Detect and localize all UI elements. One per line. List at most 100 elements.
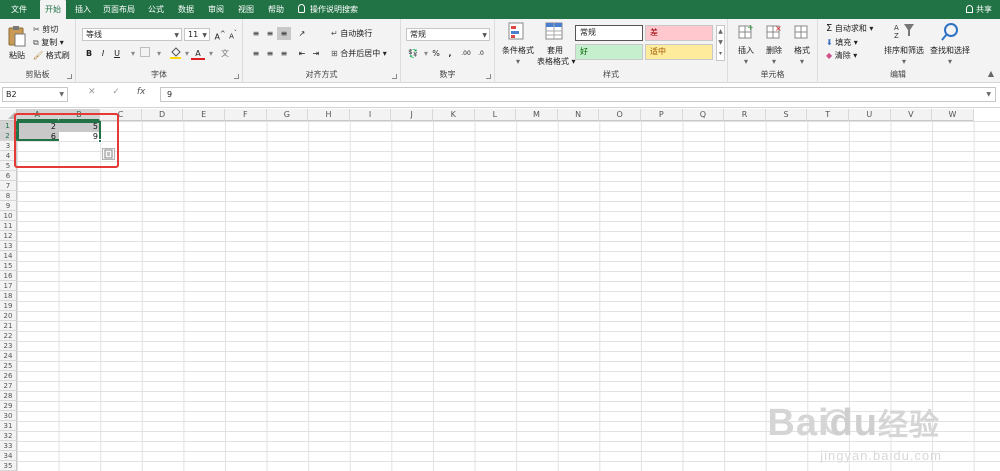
row-header-12[interactable]: 12: [0, 231, 17, 241]
row-header-13[interactable]: 13: [0, 241, 17, 251]
decrease-indent-icon[interactable]: ⇤: [295, 47, 309, 60]
formula-input[interactable]: 9 ▼: [160, 87, 996, 102]
row-header-7[interactable]: 7: [0, 181, 17, 191]
column-header-l[interactable]: L: [474, 109, 517, 121]
collapse-ribbon-icon[interactable]: ▲: [988, 68, 994, 79]
column-header-e[interactable]: E: [183, 109, 225, 121]
row-header-18[interactable]: 18: [0, 291, 17, 301]
row-header-15[interactable]: 15: [0, 261, 17, 271]
row-header-24[interactable]: 24: [0, 351, 17, 361]
borders-button[interactable]: [138, 47, 152, 60]
row-header-8[interactable]: 8: [0, 191, 17, 201]
format-cells-button[interactable]: 格式 ▾: [790, 22, 814, 67]
style-bad[interactable]: 差: [645, 25, 713, 41]
autosum-button[interactable]: Σ 自动求和 ▾: [826, 23, 873, 34]
column-header-f[interactable]: F: [225, 109, 267, 121]
increase-decimal-icon[interactable]: .00: [459, 47, 473, 60]
currency-icon[interactable]: 💱: [406, 47, 420, 60]
percent-button[interactable]: %: [429, 47, 443, 60]
number-format-select[interactable]: 常规 ▼: [406, 28, 490, 41]
format-painter-button[interactable]: 🖌 格式刷: [33, 50, 70, 61]
tab-home[interactable]: 开始: [40, 0, 66, 19]
styles-gallery-scroll[interactable]: ▲ ▼ ▾: [716, 25, 725, 61]
column-header-r[interactable]: R: [724, 109, 766, 121]
column-header-p[interactable]: P: [641, 109, 683, 121]
row-header-34[interactable]: 34: [0, 451, 17, 461]
clear-button[interactable]: ◆ 清除 ▾: [826, 50, 857, 61]
row-header-6[interactable]: 6: [0, 171, 17, 181]
fill-button[interactable]: ⬇ 填充 ▾: [826, 37, 858, 48]
column-header-n[interactable]: N: [557, 109, 600, 121]
copy-button[interactable]: ⧉ 复制 ▾: [33, 37, 64, 48]
merge-center-button[interactable]: ⊞ 合并后居中 ▾: [331, 48, 387, 59]
borders-dropdown[interactable]: ▾: [152, 47, 166, 60]
row-header-32[interactable]: 32: [0, 431, 17, 441]
tab-review[interactable]: 审阅: [203, 0, 229, 19]
column-header-m[interactable]: M: [516, 109, 558, 121]
column-header-h[interactable]: H: [308, 109, 350, 121]
align-right-icon[interactable]: ≡: [277, 47, 291, 60]
shrink-font-button[interactable]: Aˇ: [226, 28, 240, 41]
alignment-launcher[interactable]: [392, 74, 397, 79]
column-header-g[interactable]: G: [266, 109, 309, 121]
row-header-28[interactable]: 28: [0, 391, 17, 401]
tab-page-layout[interactable]: 页面布局: [98, 0, 140, 19]
row-header-14[interactable]: 14: [0, 251, 17, 261]
row-header-20[interactable]: 20: [0, 311, 17, 321]
column-header-w[interactable]: W: [932, 109, 974, 121]
enter-icon[interactable]: ✓: [112, 87, 120, 97]
row-header-30[interactable]: 30: [0, 411, 17, 421]
comma-button[interactable]: ,: [443, 47, 457, 60]
align-middle-icon[interactable]: ≡: [263, 27, 277, 40]
row-header-29[interactable]: 29: [0, 401, 17, 411]
style-neutral[interactable]: 适中: [645, 44, 713, 60]
style-good[interactable]: 好: [575, 44, 643, 60]
column-header-k[interactable]: K: [433, 109, 475, 121]
align-left-icon[interactable]: ≡: [249, 47, 263, 60]
row-header-17[interactable]: 17: [0, 281, 17, 291]
row-header-23[interactable]: 23: [0, 341, 17, 351]
column-header-o[interactable]: O: [599, 109, 641, 121]
underline-button[interactable]: U: [110, 47, 124, 60]
insert-function-icon[interactable]: fx: [137, 87, 146, 97]
row-header-19[interactable]: 19: [0, 301, 17, 311]
italic-button[interactable]: I: [96, 47, 110, 60]
phonetic-button[interactable]: 文: [218, 47, 232, 60]
row-header-31[interactable]: 31: [0, 421, 17, 431]
row-header-11[interactable]: 11: [0, 221, 17, 231]
font-color-button[interactable]: A: [191, 47, 205, 60]
tab-formulas[interactable]: 公式: [143, 0, 169, 19]
tab-help[interactable]: 帮助: [263, 0, 289, 19]
column-header-v[interactable]: V: [890, 109, 933, 121]
name-box[interactable]: B2 ▼: [2, 87, 68, 102]
column-header-j[interactable]: J: [391, 109, 433, 121]
row-header-26[interactable]: 26: [0, 371, 17, 381]
share-button[interactable]: 共享: [966, 0, 992, 19]
tab-data[interactable]: 数据: [173, 0, 199, 19]
align-center-icon[interactable]: ≡: [263, 47, 277, 60]
align-bottom-icon[interactable]: ≡: [277, 27, 291, 40]
align-top-icon[interactable]: ≡: [249, 27, 263, 40]
column-header-q[interactable]: Q: [682, 109, 725, 121]
row-header-16[interactable]: 16: [0, 271, 17, 281]
row-header-9[interactable]: 9: [0, 201, 17, 211]
paste-button[interactable]: 粘贴: [6, 25, 28, 61]
increase-indent-icon[interactable]: ⇥: [309, 47, 323, 60]
style-normal[interactable]: 常规: [575, 25, 643, 41]
insert-cells-button[interactable]: + 插入 ▾: [734, 22, 758, 67]
font-size-select[interactable]: 11 ▼: [184, 28, 210, 41]
cancel-icon[interactable]: ✕: [88, 87, 96, 97]
find-select-button[interactable]: 查找和选择 ▾: [926, 22, 974, 67]
grow-font-button[interactable]: A^: [213, 28, 227, 42]
tab-file[interactable]: 文件: [6, 0, 32, 19]
number-launcher[interactable]: [486, 74, 491, 79]
tab-view[interactable]: 视图: [233, 0, 259, 19]
delete-cells-button[interactable]: × 删除 ▾: [762, 22, 786, 67]
font-launcher[interactable]: [234, 74, 239, 79]
decrease-decimal-icon[interactable]: .0: [474, 47, 488, 60]
tell-me-search[interactable]: 操作说明搜索: [298, 0, 358, 19]
cut-button[interactable]: ✂ 剪切: [33, 24, 58, 35]
font-name-select[interactable]: 等线 ▼: [82, 28, 182, 41]
column-header-i[interactable]: I: [349, 109, 392, 121]
conditional-formatting-button[interactable]: 条件格式 ▾: [500, 22, 536, 67]
